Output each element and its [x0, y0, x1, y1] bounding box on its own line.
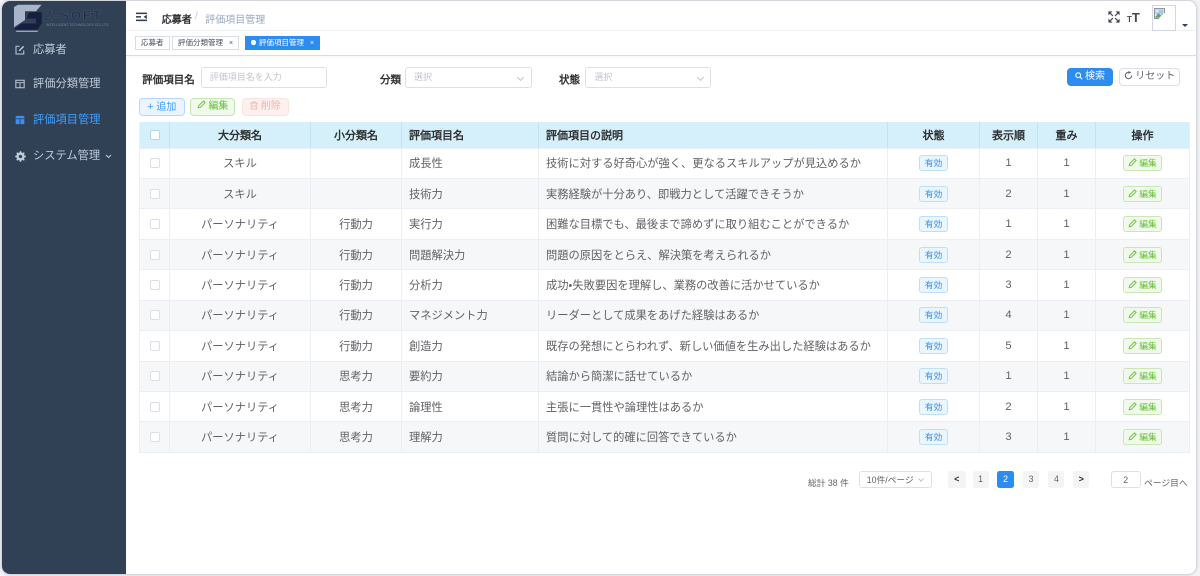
- svg-text:INTELLIGENT TECHNOLOGY CO.,LTD: INTELLIGENT TECHNOLOGY CO.,LTD.: [46, 23, 109, 27]
- svg-text:Z-SOFT: Z-SOFT: [44, 8, 103, 23]
